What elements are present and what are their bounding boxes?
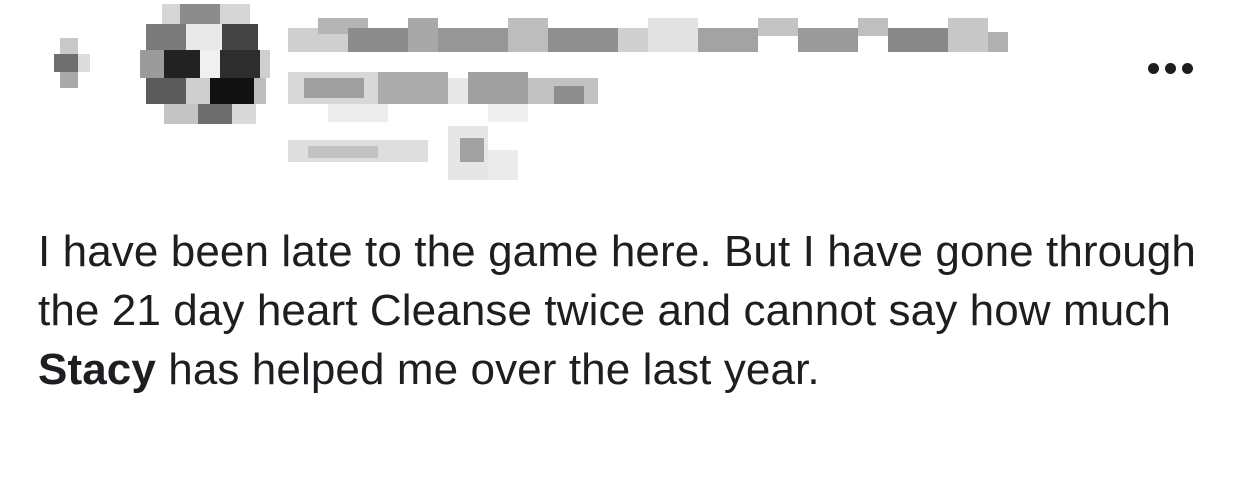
author-subtitle (288, 72, 598, 122)
mention-link[interactable]: Stacy (38, 345, 156, 394)
post-text-part-2: has helped me over the last year. (155, 345, 820, 394)
post-card: I have been late to the game here. But I… (0, 0, 1242, 480)
more-horizontal-icon-dot-2 (1164, 62, 1176, 74)
post-text-part-1: I have been late to the game here. But I… (38, 227, 1196, 335)
back-icon[interactable] (52, 38, 92, 94)
more-horizontal-icon-dot-3 (1181, 62, 1193, 74)
post-timestamp[interactable] (288, 126, 528, 180)
avatar[interactable] (140, 4, 270, 130)
post-text: I have been late to the game here. But I… (38, 222, 1208, 399)
more-options-button[interactable] (1140, 56, 1200, 80)
author-name[interactable] (288, 14, 1008, 58)
more-horizontal-icon (1147, 62, 1159, 74)
